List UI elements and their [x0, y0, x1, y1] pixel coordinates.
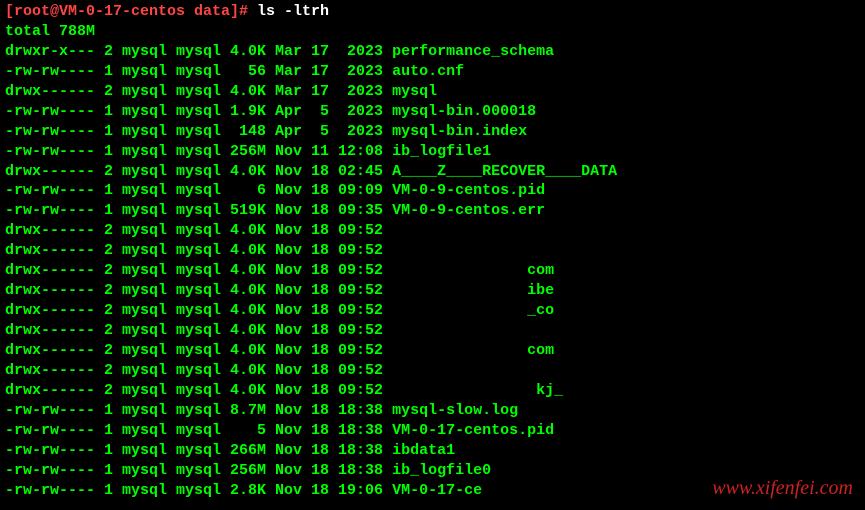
file-name: VM-0-17-centos.pid [392, 422, 554, 439]
listing-row: drwxr-x--- 2 mysql mysql 4.0K Mar 17 202… [5, 42, 860, 62]
listing-row: drwx------ 2 mysql mysql 4.0K Nov 18 09:… [5, 341, 860, 361]
file-metadata: drwx------ 2 mysql mysql 4.0K Nov 18 02:… [5, 163, 392, 180]
listing-row: drwx------ 2 mysql mysql 4.0K Nov 18 09:… [5, 281, 860, 301]
file-name: ib_logfile1 [392, 143, 491, 160]
file-metadata: drwx------ 2 mysql mysql 4.0K Nov 18 09:… [5, 362, 392, 379]
listing-row: drwx------ 2 mysql mysql 4.0K Mar 17 202… [5, 82, 860, 102]
listing-row: drwx------ 2 mysql mysql 4.0K Nov 18 09:… [5, 381, 860, 401]
file-metadata: -rw-rw---- 1 mysql mysql 148 Apr 5 2023 [5, 123, 392, 140]
file-metadata: drwx------ 2 mysql mysql 4.0K Nov 18 09:… [5, 222, 392, 239]
file-name: performance_schema [392, 43, 554, 60]
file-name: mysql-bin.000018 [392, 103, 536, 120]
file-name: mysql [392, 83, 437, 100]
file-name: mysql-bin.index [392, 123, 527, 140]
file-metadata: -rw-rw---- 1 mysql mysql 266M Nov 18 18:… [5, 442, 392, 459]
file-name: VM-0-9-centos.err [392, 202, 545, 219]
file-metadata: -rw-rw---- 1 mysql mysql 2.8K Nov 18 19:… [5, 482, 392, 499]
listing-row: -rw-rw---- 1 mysql mysql 5 Nov 18 18:38 … [5, 421, 860, 441]
file-metadata: drwx------ 2 mysql mysql 4.0K Nov 18 09:… [5, 242, 392, 259]
file-metadata: drwx------ 2 mysql mysql 4.0K Nov 18 09:… [5, 302, 392, 319]
file-metadata: drwx------ 2 mysql mysql 4.0K Nov 18 09:… [5, 282, 392, 299]
listing-row: drwx------ 2 mysql mysql 4.0K Nov 18 09:… [5, 321, 860, 341]
file-metadata: -rw-rw---- 1 mysql mysql 519K Nov 18 09:… [5, 202, 392, 219]
prompt-command[interactable]: ls -ltrh [257, 3, 329, 20]
file-name: A____Z____RECOVER____DATA [392, 163, 617, 180]
listing-row: drwx------ 2 mysql mysql 4.0K Nov 18 09:… [5, 361, 860, 381]
file-name: mysql-slow.log [392, 402, 518, 419]
listing-row: -rw-rw---- 1 mysql mysql 256M Nov 11 12:… [5, 142, 860, 162]
file-metadata: drwx------ 2 mysql mysql 4.0K Nov 18 09:… [5, 322, 392, 339]
listing-row: drwx------ 2 mysql mysql 4.0K Nov 18 09:… [5, 221, 860, 241]
file-metadata: drwx------ 2 mysql mysql 4.0K Nov 18 09:… [5, 342, 392, 359]
listing-row: -rw-rw---- 1 mysql mysql 1.9K Apr 5 2023… [5, 102, 860, 122]
file-name: VM-0-17-ce [392, 482, 482, 499]
listing-row: -rw-rw---- 1 mysql mysql 148 Apr 5 2023 … [5, 122, 860, 142]
file-metadata: -rw-rw---- 1 mysql mysql 8.7M Nov 18 18:… [5, 402, 392, 419]
listing-row: -rw-rw---- 1 mysql mysql 6 Nov 18 09:09 … [5, 181, 860, 201]
file-name: kj_ [392, 382, 563, 399]
listing-row: -rw-rw---- 1 mysql mysql 8.7M Nov 18 18:… [5, 401, 860, 421]
file-metadata: drwxr-x--- 2 mysql mysql 4.0K Mar 17 202… [5, 43, 392, 60]
file-name: _co [392, 302, 554, 319]
listing-row: drwx------ 2 mysql mysql 4.0K Nov 18 09:… [5, 301, 860, 321]
listing-row: -rw-rw---- 1 mysql mysql 56 Mar 17 2023 … [5, 62, 860, 82]
total-line: total 788M [5, 22, 860, 42]
command-prompt: [root@VM-0-17-centos data]# ls -ltrh [5, 2, 860, 22]
listing-row: drwx------ 2 mysql mysql 4.0K Nov 18 09:… [5, 241, 860, 261]
file-name: ibe [392, 282, 554, 299]
file-metadata: drwx------ 2 mysql mysql 4.0K Nov 18 09:… [5, 262, 392, 279]
file-name: ibdata1 [392, 442, 455, 459]
listing-row: -rw-rw---- 1 mysql mysql 519K Nov 18 09:… [5, 201, 860, 221]
listing-row: drwx------ 2 mysql mysql 4.0K Nov 18 09:… [5, 261, 860, 281]
file-metadata: drwx------ 2 mysql mysql 4.0K Mar 17 202… [5, 83, 392, 100]
file-name: com [392, 342, 554, 359]
watermark: www.xifenfei.com [712, 475, 853, 502]
file-metadata: -rw-rw---- 1 mysql mysql 5 Nov 18 18:38 [5, 422, 392, 439]
file-metadata: drwx------ 2 mysql mysql 4.0K Nov 18 09:… [5, 382, 392, 399]
file-name: com [392, 262, 554, 279]
file-metadata: -rw-rw---- 1 mysql mysql 256M Nov 11 12:… [5, 143, 392, 160]
prompt-user-host: [root@VM-0-17-centos data]# [5, 3, 257, 20]
file-listing: drwxr-x--- 2 mysql mysql 4.0K Mar 17 202… [5, 42, 860, 501]
file-metadata: -rw-rw---- 1 mysql mysql 1.9K Apr 5 2023 [5, 103, 392, 120]
file-name: VM-0-9-centos.pid [392, 182, 545, 199]
file-metadata: -rw-rw---- 1 mysql mysql 56 Mar 17 2023 [5, 63, 392, 80]
listing-row: -rw-rw---- 1 mysql mysql 266M Nov 18 18:… [5, 441, 860, 461]
file-name: ib_logfile0 [392, 462, 491, 479]
file-name: auto.cnf [392, 63, 464, 80]
file-metadata: -rw-rw---- 1 mysql mysql 256M Nov 18 18:… [5, 462, 392, 479]
listing-row: drwx------ 2 mysql mysql 4.0K Nov 18 02:… [5, 162, 860, 182]
file-metadata: -rw-rw---- 1 mysql mysql 6 Nov 18 09:09 [5, 182, 392, 199]
